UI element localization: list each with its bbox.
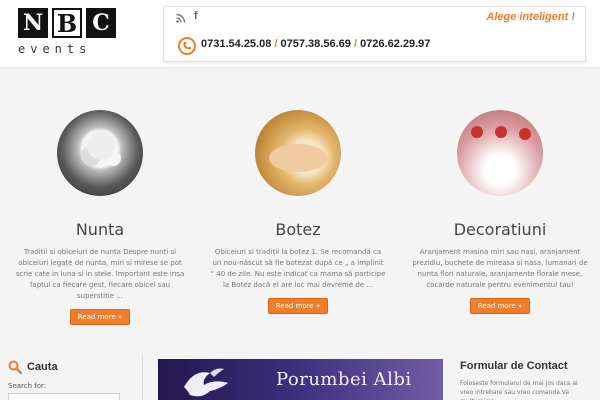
service-description: Aranjament masina miri sau nasi, aranjam…	[412, 248, 588, 289]
facebook-icon[interactable]: f	[194, 10, 198, 22]
table-decor-shape	[471, 126, 483, 138]
logo-letter-b: B	[52, 8, 82, 38]
logo-letter-c: C	[86, 8, 116, 38]
search-title-text: Cauta	[27, 361, 58, 373]
search-input[interactable]	[8, 393, 120, 400]
decorated-hall-image[interactable]	[457, 110, 543, 196]
service-title[interactable]: Botez	[198, 220, 398, 239]
service-description: Traditii si obiceiuri de nunta Despre nu…	[15, 248, 185, 300]
baby-shape	[269, 144, 327, 172]
service-title[interactable]: Decoratiuni	[400, 220, 600, 239]
baby-image[interactable]	[255, 110, 341, 196]
search-label: Search for:	[8, 382, 47, 390]
phone-icon	[178, 37, 196, 55]
service-title[interactable]: Nunta	[0, 220, 200, 239]
read-more-button[interactable]: Read more »	[267, 298, 329, 314]
read-more-button[interactable]: Read more »	[469, 298, 531, 314]
phone-separator: /	[271, 38, 281, 50]
slogan: Alege inteligent !	[486, 11, 575, 23]
phone-number-1[interactable]: 0731.54.25.08	[201, 38, 271, 50]
wedding-bouquet-image[interactable]	[57, 110, 143, 196]
contact-form-text: Foloseste formularul de mai jos daca ai …	[460, 380, 578, 400]
nbc-events-logo[interactable]: N B C events	[18, 8, 118, 56]
phone-numbers: 0731.54.25.08 / 0757.38.56.69 / 0726.62.…	[201, 38, 430, 50]
read-more-button[interactable]: Read more »	[69, 309, 131, 325]
sidebar-divider	[142, 355, 143, 400]
rss-icon[interactable]	[176, 13, 186, 23]
phone-separator: /	[350, 38, 361, 50]
bouquet-shape	[87, 132, 115, 160]
logo-subtitle: events	[18, 42, 92, 56]
service-decoratiuni: Decoratiuni Aranjament masina miri sau n…	[400, 110, 600, 314]
search-widget-title: Cauta	[8, 360, 58, 374]
contact-form-title: Formular de Contact	[460, 360, 568, 372]
phone-number-3[interactable]: 0726.62.29.97	[360, 38, 430, 50]
service-botez: Botez Obiceiuri si tradiții la botez 1. …	[198, 110, 398, 314]
search-icon	[8, 360, 22, 374]
service-description: Obiceiuri si tradiții la botez 1. Se rec…	[210, 248, 386, 289]
logo-letter-n: N	[18, 8, 48, 38]
banner-title: Porumbei Albi	[276, 369, 412, 390]
service-nunta: Nunta Traditii si obiceiuri de nunta Des…	[0, 110, 200, 325]
dove-icon	[184, 368, 228, 397]
porumbei-albi-banner[interactable]: Porumbei Albi	[158, 359, 443, 400]
site-header: N B C events f Alege inteligent ! 0731.5…	[0, 0, 600, 68]
phone-number-2[interactable]: 0757.38.56.69	[281, 38, 351, 50]
contact-topbar: f Alege inteligent ! 0731.54.25.08 / 075…	[163, 6, 586, 62]
